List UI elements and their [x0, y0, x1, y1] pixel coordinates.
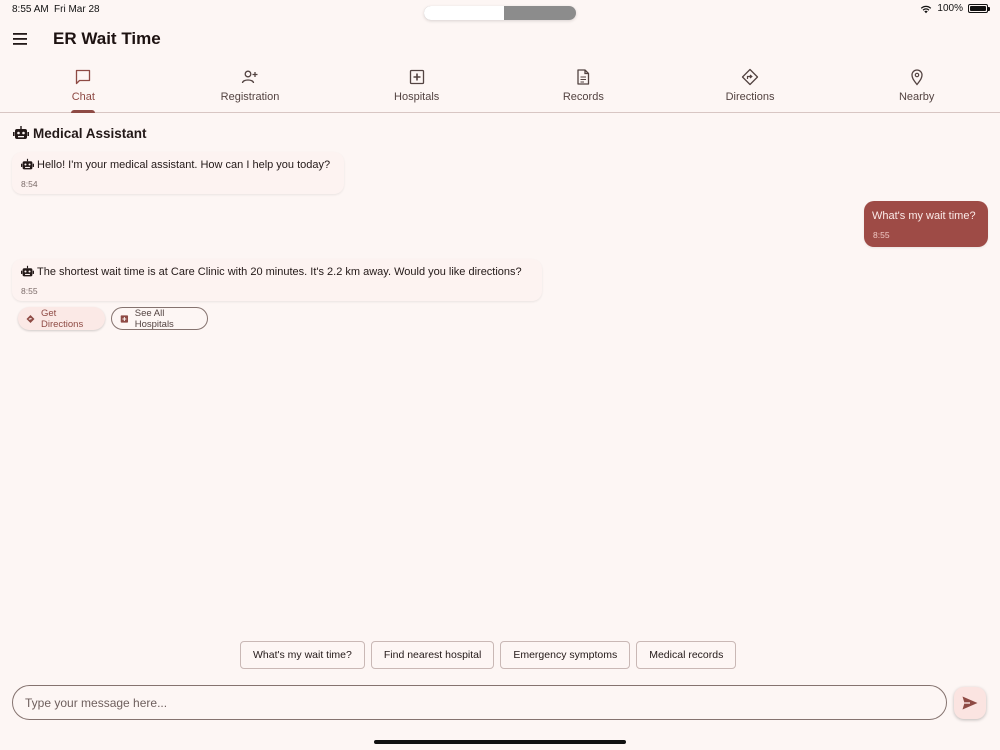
battery-percentage: 100% — [937, 3, 963, 14]
message-text: Hello! I'm your medical assistant. How c… — [37, 158, 331, 171]
chat-header-title: Medical Assistant — [33, 125, 147, 141]
tab-label: Registration — [220, 91, 280, 103]
location-pin-icon — [911, 69, 923, 86]
suggestion-chips: What's my wait time? Find nearest hospit… — [240, 641, 737, 669]
tab-label: Directions — [725, 91, 775, 103]
suggestion-chip-wait-time[interactable]: What's my wait time? — [240, 641, 365, 669]
get-directions-button[interactable]: Get Directions — [18, 307, 105, 330]
message-text: What's my wait time? — [872, 210, 976, 222]
robot-icon — [13, 126, 29, 139]
send-button[interactable] — [954, 687, 986, 719]
suggestion-chip-nearest-hospital[interactable]: Find nearest hospital — [370, 641, 495, 669]
message-text: The shortest wait time is at Care Clinic… — [37, 265, 522, 278]
document-icon — [577, 69, 590, 85]
multitasking-handle[interactable] — [424, 6, 576, 20]
message-time: 8:55 — [21, 286, 38, 296]
robot-icon — [21, 265, 34, 277]
suggestion-chip-emergency-symptoms[interactable]: Emergency symptoms — [500, 641, 631, 669]
robot-icon — [21, 158, 34, 170]
hamburger-menu-icon — [13, 33, 27, 45]
tab-label: Records — [562, 91, 604, 103]
bot-message: The shortest wait time is at Care Clinic… — [12, 259, 542, 301]
tab-nearby[interactable]: Nearby — [833, 62, 1000, 112]
person-add-icon — [241, 70, 258, 84]
active-tab-indicator — [71, 110, 96, 113]
tab-label: Hospitals — [394, 91, 440, 103]
hospital-icon — [409, 69, 424, 85]
status-indicators: 100% — [920, 3, 990, 14]
tab-label: Chat — [71, 91, 95, 103]
button-label: Get Directions — [40, 307, 84, 330]
directions-icon — [26, 314, 35, 323]
bot-message: Hello! I'm your medical assistant. How c… — [12, 152, 344, 194]
tab-chat[interactable]: Chat — [0, 62, 167, 113]
wifi-icon — [921, 5, 932, 13]
status-date: Fri Mar 28 — [54, 4, 100, 15]
see-all-hospitals-button[interactable]: See All Hospitals — [111, 307, 208, 330]
tab-directions[interactable]: Directions — [667, 62, 834, 112]
app-title: ER Wait Time — [53, 29, 161, 48]
message-time: 8:54 — [21, 179, 38, 189]
status-bar: 8:55 AM Fri Mar 28 100% — [0, 0, 1000, 20]
directions-icon — [741, 68, 759, 86]
hospital-icon — [120, 314, 129, 323]
home-indicator — [374, 740, 626, 744]
send-icon — [962, 696, 978, 710]
menu-button[interactable] — [10, 28, 32, 50]
button-label: See All Hospitals — [134, 307, 174, 330]
suggestion-chip-medical-records[interactable]: Medical records — [636, 641, 737, 669]
tab-bar: Chat Registration Hospitals Records Dire… — [0, 62, 1000, 113]
chat-icon — [76, 69, 91, 85]
battery-icon — [968, 4, 990, 13]
app-bar: ER Wait Time — [0, 22, 1000, 58]
tab-records[interactable]: Records — [500, 62, 667, 112]
tab-registration[interactable]: Registration — [167, 62, 334, 112]
chat-header: Medical Assistant — [12, 125, 147, 141]
tab-hospitals[interactable]: Hospitals — [333, 62, 500, 112]
message-input[interactable] — [12, 685, 947, 720]
user-message: What's my wait time? 8:55 — [864, 201, 988, 247]
tab-label: Nearby — [898, 91, 935, 103]
status-time: 8:55 AM — [12, 4, 49, 15]
message-time: 8:55 — [873, 230, 890, 240]
